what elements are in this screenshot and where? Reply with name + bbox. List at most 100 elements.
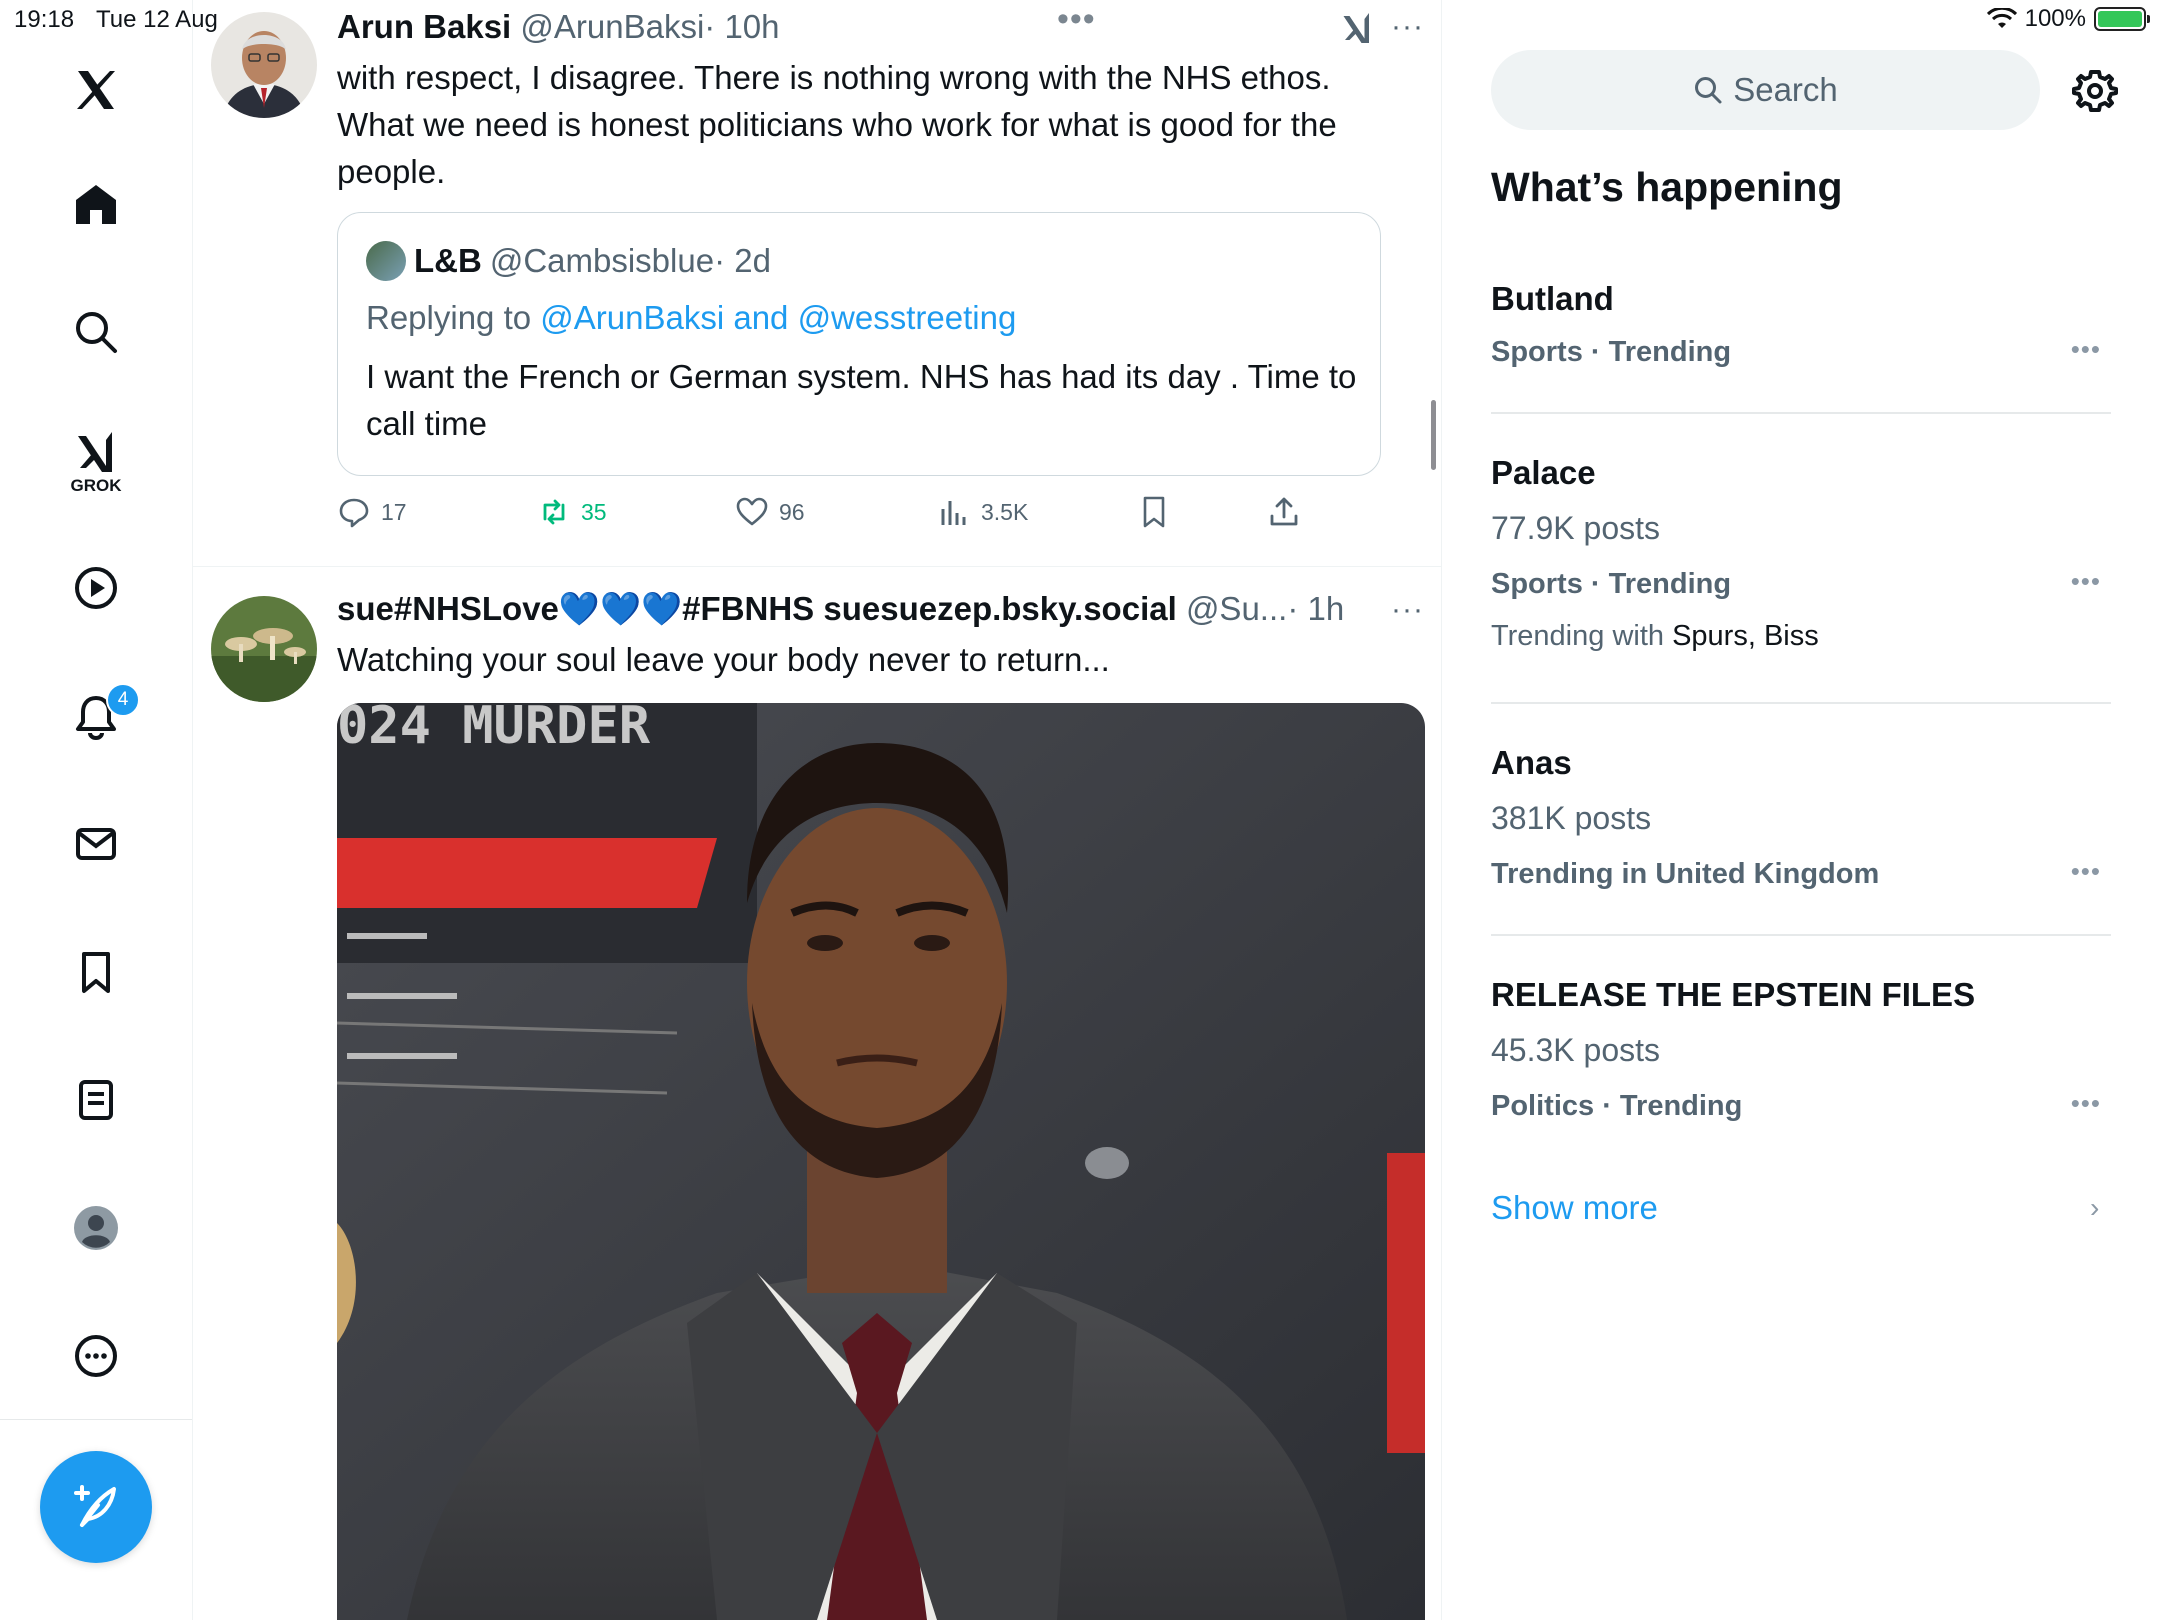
retweet-icon xyxy=(543,499,565,525)
quote-header: L&B @Cambsisblue · 2d xyxy=(366,241,771,281)
image-overlay-text: 024 MURDER xyxy=(337,703,651,756)
tweet-image[interactable]: 024 MURDER xyxy=(337,703,1425,1620)
like-button[interactable]: 96 xyxy=(735,495,805,529)
compose-icon xyxy=(74,1485,116,1527)
quoted-tweet[interactable]: L&B @Cambsisblue · 2d Replying to @ArunBa… xyxy=(337,212,1381,476)
heart-icon xyxy=(736,497,768,526)
nav-divider xyxy=(0,1419,192,1420)
trend-name: RELEASE THE EPSTEIN FILES xyxy=(1491,976,1976,1013)
show-more-link[interactable]: Show more xyxy=(1491,1189,1658,1227)
notifications-badge: 4 xyxy=(106,683,140,717)
drag-handle-icon[interactable]: ••• xyxy=(1057,0,1096,39)
trend-more-icon[interactable]: ••• xyxy=(2071,566,2101,597)
share-icon xyxy=(1270,497,1298,526)
tweet-header: sue#NHSLove💙💙💙#FBNHS suesuezep.bsky.soci… xyxy=(337,590,1344,629)
quote-time: · 2d xyxy=(714,242,771,279)
status-indicators: 100% xyxy=(1986,5,2150,33)
trend-category: Sports · Trending xyxy=(1491,568,1732,600)
trend-posts: 77.9K posts xyxy=(1491,510,1660,546)
reply-count: 17 xyxy=(381,498,407,525)
bookmark-button[interactable] xyxy=(1137,495,1171,529)
more-icon[interactable] xyxy=(68,1328,124,1384)
x-logo-icon[interactable] xyxy=(68,62,124,118)
settings-gear-icon[interactable] xyxy=(2070,66,2120,116)
quote-avatar xyxy=(366,241,406,281)
tweet-text: Watching your soul leave your body never… xyxy=(337,641,1110,678)
trend-more-icon[interactable]: ••• xyxy=(2071,334,2101,365)
trend-posts: 381K posts xyxy=(1491,800,1652,836)
tweet-actions: 17 35 96 3.5K xyxy=(337,495,1337,539)
quote-author-handle: @Cambsisblue xyxy=(489,242,715,279)
timeline-scrollbar[interactable] xyxy=(1431,400,1436,470)
avatar[interactable] xyxy=(211,12,317,118)
replying-to-links[interactable]: @ArunBaksi and @wesstreeting xyxy=(540,299,1016,336)
author-name[interactable]: Arun Baksi xyxy=(337,8,511,45)
trend-name: Anas xyxy=(1491,744,1572,781)
trend-more-icon[interactable]: ••• xyxy=(2071,856,2101,887)
grok-icon[interactable] xyxy=(68,424,124,480)
whats-happening-title: What’s happening xyxy=(1491,164,1843,210)
views-icon xyxy=(941,501,966,525)
tweet-header: Arun Baksi @ArunBaksi· 10h xyxy=(337,8,780,46)
trend-item[interactable]: Anas 381K posts Trending in United Kingd… xyxy=(1491,742,2111,902)
chevron-right-icon[interactable]: › xyxy=(2090,1192,2099,1224)
retweet-button[interactable]: 35 xyxy=(537,495,607,529)
like-count: 96 xyxy=(779,498,805,525)
more-options-icon[interactable]: ··· xyxy=(1391,10,1424,44)
tweet-time[interactable]: · 1h xyxy=(1287,590,1344,627)
bookmarks-icon[interactable] xyxy=(68,944,124,1000)
bookmark-icon xyxy=(1143,496,1165,528)
trend-divider xyxy=(1491,412,2111,414)
views-count: 3.5K xyxy=(981,498,1029,525)
reply-button[interactable]: 17 xyxy=(337,495,407,529)
trend-divider xyxy=(1491,702,2111,704)
search-icon[interactable] xyxy=(68,304,124,360)
quote-author-name: L&B xyxy=(414,242,482,279)
wifi-icon xyxy=(1986,8,2017,28)
grok-label: GROK xyxy=(70,476,122,495)
trend-item[interactable]: Palace 77.9K posts Sports · Trending •••… xyxy=(1491,452,2111,662)
profile-icon[interactable] xyxy=(68,1200,124,1256)
author-name[interactable]: sue#NHSLove💙💙💙#FBNHS suesuezep.bsky.soci… xyxy=(337,590,1177,627)
trend-item[interactable]: Butland Sports · Trending ••• xyxy=(1491,278,2111,388)
quote-text: I want the French or German system. NHS … xyxy=(366,358,1357,442)
trend-category: Trending in United Kingdom xyxy=(1491,858,1880,890)
author-handle[interactable]: @ArunBaksi xyxy=(520,8,704,45)
trending-with-prefix: Trending with xyxy=(1491,620,1673,652)
share-button[interactable] xyxy=(1267,495,1301,529)
timeline: Arun Baksi @ArunBaksi· 10h ••• ··· with … xyxy=(193,0,1442,1620)
retweet-count: 35 xyxy=(581,498,607,525)
replying-prefix: Replying to xyxy=(366,299,541,336)
trend-item[interactable]: RELEASE THE EPSTEIN FILES 45.3K posts Po… xyxy=(1491,974,2111,1134)
lists-icon[interactable] xyxy=(68,1072,124,1128)
author-handle[interactable]: @Su... xyxy=(1186,590,1287,627)
grok-small-icon[interactable] xyxy=(1339,10,1375,51)
trend-category: Sports · Trending xyxy=(1491,336,1732,368)
messages-icon[interactable] xyxy=(68,816,124,872)
more-options-icon[interactable]: ··· xyxy=(1391,593,1424,627)
replying-to: Replying to @ArunBaksi and @wesstreeting xyxy=(366,299,1016,337)
home-icon[interactable] xyxy=(68,176,124,232)
trending-with: Trending with Spurs, Biss xyxy=(1491,620,1819,653)
search-placeholder: Search xyxy=(1733,71,1838,108)
trend-name: Palace xyxy=(1491,454,1596,491)
views-button[interactable]: 3.5K xyxy=(937,495,1028,529)
left-nav: GROK 4 xyxy=(0,0,193,1620)
trending-with-terms[interactable]: Spurs, Biss xyxy=(1672,620,1819,652)
tweet-time[interactable]: · 10h xyxy=(704,8,779,45)
reply-icon xyxy=(339,498,369,528)
video-icon[interactable] xyxy=(68,560,124,616)
trend-divider xyxy=(1491,934,2111,936)
tweet-divider xyxy=(193,566,1441,567)
trend-name: Butland xyxy=(1491,280,1614,317)
search-icon xyxy=(1695,77,1722,104)
trend-category: Politics · Trending xyxy=(1491,1090,1743,1122)
avatar[interactable] xyxy=(211,596,317,702)
battery-icon xyxy=(2094,7,2150,31)
tweet-text: with respect, I disagree. There is nothi… xyxy=(337,59,1337,190)
trend-more-icon[interactable]: ••• xyxy=(2071,1088,2101,1119)
search-input[interactable]: Search xyxy=(1491,50,2040,130)
battery-percent: 100% xyxy=(2024,5,2086,32)
trend-posts: 45.3K posts xyxy=(1491,1032,1660,1068)
compose-button[interactable] xyxy=(40,1451,152,1563)
